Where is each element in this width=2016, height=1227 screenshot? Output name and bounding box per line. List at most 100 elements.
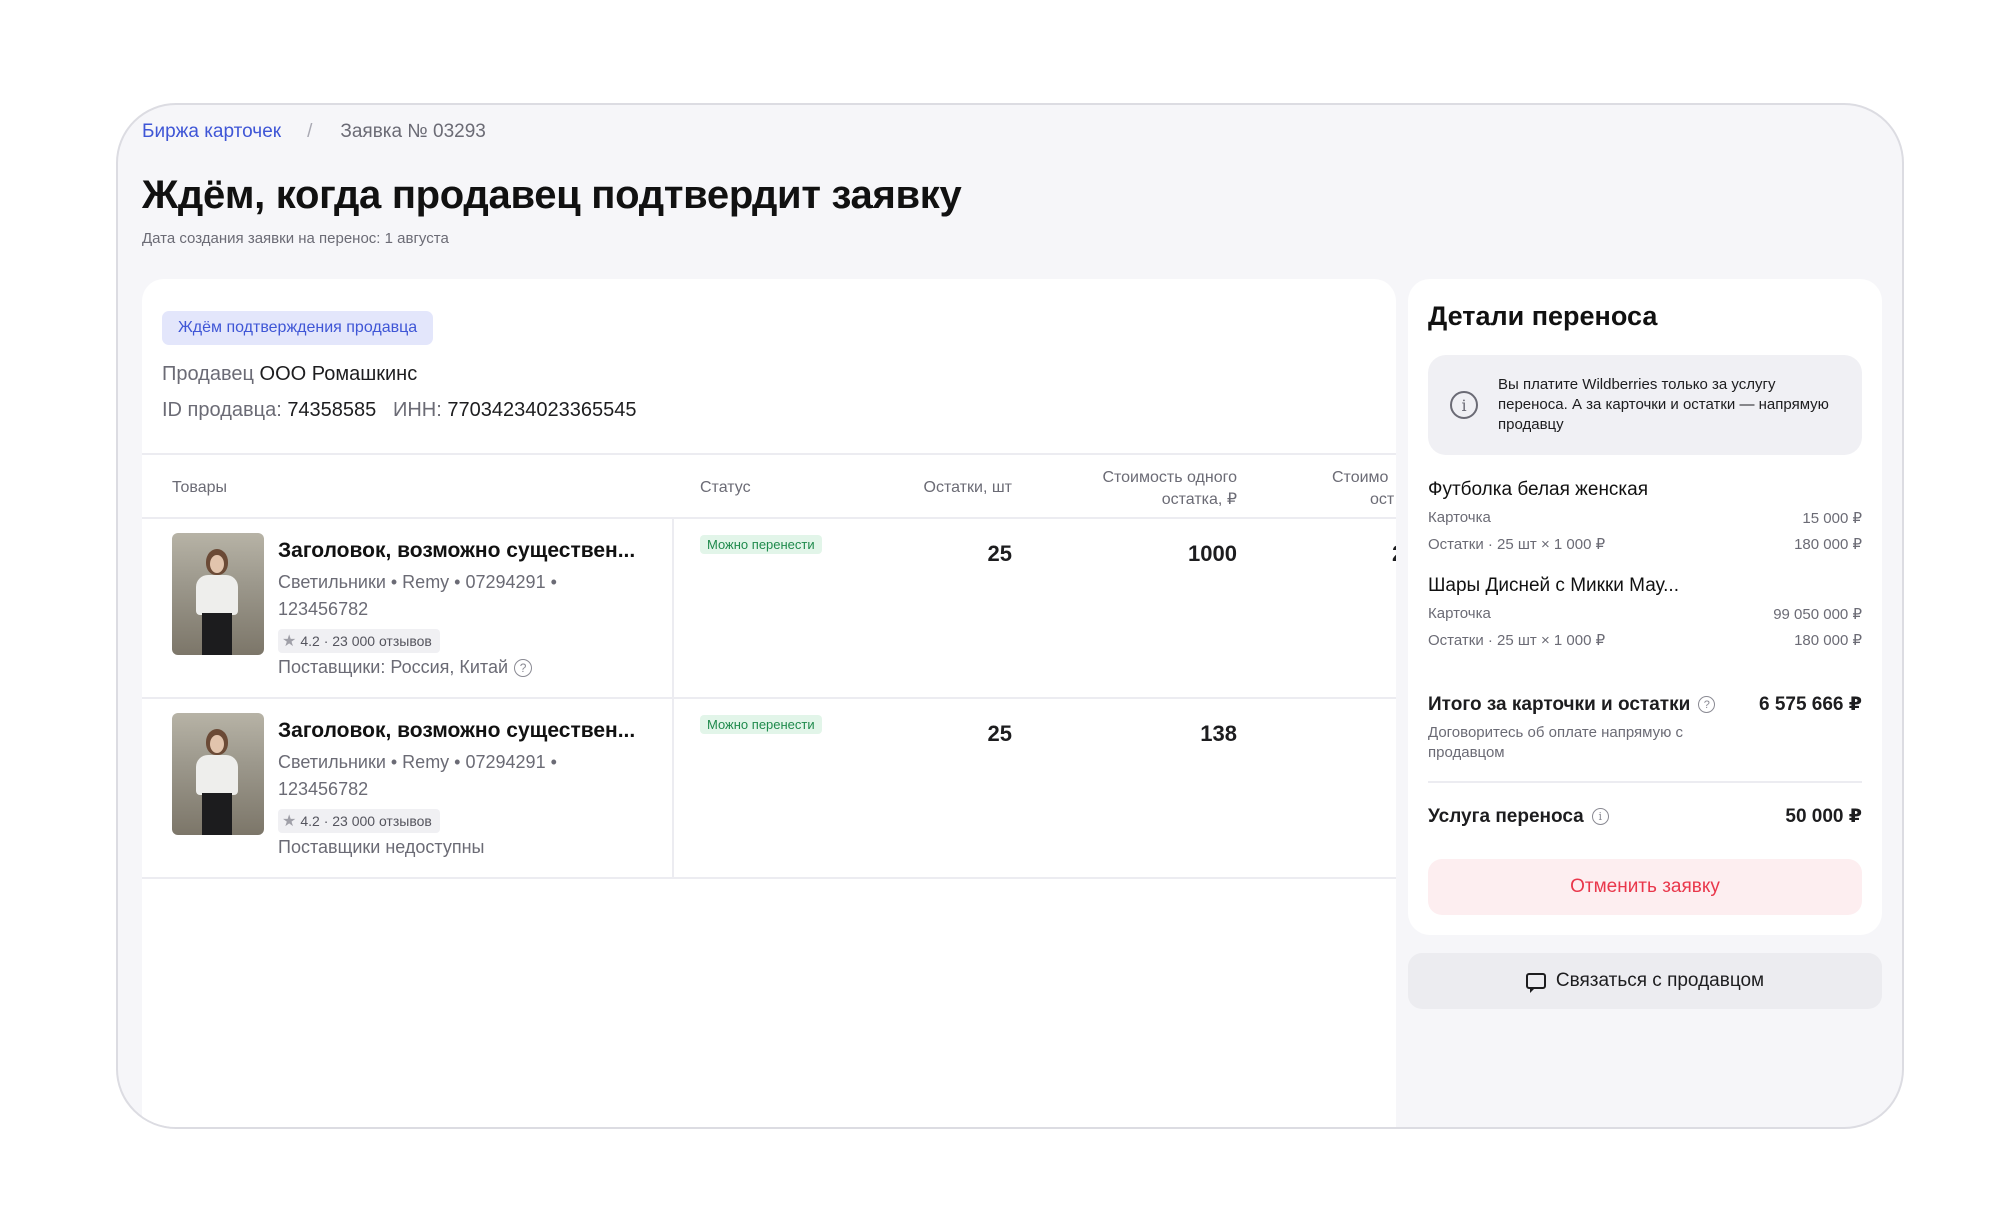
- star-icon: ★: [282, 633, 297, 650]
- divider: [1428, 781, 1862, 783]
- info-icon: i: [1450, 391, 1478, 419]
- detail-item-card-value: 99 050 000 ₽: [1773, 606, 1862, 623]
- breadcrumb-link-exchange[interactable]: Биржа карточек: [142, 121, 281, 143]
- header-cost-line2: остатка, ₽: [1161, 491, 1237, 508]
- detail-item-stock-value: 180 000 ₽: [1794, 632, 1862, 649]
- inn-value: 77034234023365545: [447, 399, 637, 421]
- service-label-group: Услуга переноса i: [1428, 806, 1609, 828]
- header-products: Товары: [172, 479, 228, 496]
- product-image-pants: [202, 613, 232, 655]
- product-title[interactable]: Заголовок, возможно существен...: [278, 539, 635, 563]
- product-suppliers-text: Поставщики недоступны: [278, 837, 485, 857]
- detail-item-stock-value: 180 000 ₽: [1794, 536, 1862, 553]
- info-icon[interactable]: i: [1591, 808, 1609, 825]
- product-rating-text: 4.2 · 23 000 отзывов: [300, 813, 432, 829]
- contact-seller-label: Связаться с продавцом: [1555, 970, 1765, 991]
- inn-label: ИНН:: [392, 399, 442, 421]
- info-text: Вы платите Wildberries только за услугу …: [1498, 376, 1829, 433]
- product-meta-line1: Светильники • Remy • 07294291 •: [278, 572, 557, 592]
- product-meta: Светильники • Remy • 07294291 • 12345678…: [278, 749, 578, 803]
- product-suppliers: Поставщики: Россия, Китай ?: [278, 657, 533, 678]
- cost-total-value: 2: [1392, 541, 1396, 567]
- product-image-pants: [202, 793, 232, 835]
- header-stock: Остатки, шт: [923, 479, 1012, 496]
- contact-seller-button[interactable]: Связаться с продавцом: [1408, 953, 1882, 1009]
- stock-value: 25: [987, 541, 1012, 566]
- page-title: Ждём, когда продавец подтвердит заявку: [142, 173, 962, 217]
- breadcrumb-separator: /: [307, 121, 313, 142]
- product-meta-line2: 123456782: [278, 599, 369, 619]
- cost-value: 1000: [1188, 541, 1237, 566]
- detail-item-title: Футболка белая женская: [1428, 479, 1649, 500]
- header-cost-total: Стоимо ост: [1332, 467, 1396, 511]
- service-value: 50 000 ₽: [1785, 806, 1862, 827]
- total-row: Итого за карточки и остатки ? 6 575 666 …: [1428, 693, 1862, 716]
- chat-icon: [1525, 973, 1546, 993]
- detail-item-stock-label: Остатки · 25 шт × 1 000 ₽: [1428, 536, 1606, 553]
- product-suppliers-text: Поставщики: Россия, Китай: [278, 657, 509, 677]
- cell-divider: [672, 519, 674, 697]
- product-rating: ★ 4.2 · 23 000 отзывов: [278, 629, 440, 653]
- app-frame: Биржа карточек / Заявка № 03293 Ждём, ко…: [116, 103, 1904, 1129]
- detail-item-stock-label: Остатки · 25 шт × 1 000 ₽: [1428, 632, 1606, 649]
- total-label: Итого за карточки и остатки: [1428, 693, 1691, 715]
- status-badge: Ждём подтверждения продавца: [162, 311, 434, 345]
- product-meta-line1: Светильники • Remy • 07294291 •: [278, 752, 557, 772]
- header-cost-total-line1: Стоимо: [1332, 469, 1389, 486]
- detail-item-card-label: Карточка: [1428, 605, 1491, 622]
- table-row[interactable]: Заголовок, возможно существен... Светиль…: [142, 519, 1396, 699]
- seller-ids: ID продавца: 74358585 ИНН: 7703423402336…: [162, 399, 636, 422]
- status-badge-transferable: Можно перенести: [700, 715, 822, 734]
- table-row[interactable]: Заголовок, возможно существен... Светиль…: [142, 699, 1396, 879]
- product-meta-line2: 123456782: [278, 779, 369, 799]
- products-table: Товары Статус Остатки, шт Стоимость одно…: [142, 453, 1396, 879]
- cost-value: 138: [1200, 721, 1237, 746]
- cancel-request-button[interactable]: Отменить заявку: [1428, 859, 1862, 915]
- transfer-details-card: Детали переноса i Вы платите Wildberries…: [1408, 279, 1882, 935]
- seller-label: Продавец: [162, 363, 254, 385]
- page-subtitle: Дата создания заявки на перенос: 1 авгус…: [142, 230, 449, 247]
- service-row: Услуга переноса i 50 000 ₽: [1428, 805, 1862, 828]
- product-title[interactable]: Заголовок, возможно существен...: [278, 719, 635, 743]
- header-cost-total-line2: ост: [1370, 491, 1395, 508]
- product-image-face: [210, 555, 224, 573]
- request-card: Ждём подтверждения продавца Продавец ООО…: [142, 279, 1396, 1127]
- detail-item-stock-row: Остатки · 25 шт × 1 000 ₽ 180 000 ₽: [1428, 631, 1862, 649]
- detail-item-card-value: 15 000 ₽: [1802, 510, 1862, 527]
- question-icon[interactable]: ?: [514, 658, 533, 677]
- breadcrumb: Биржа карточек / Заявка № 03293: [142, 121, 486, 143]
- status-badge-transferable: Можно перенести: [700, 535, 822, 554]
- cell-divider: [672, 699, 674, 877]
- product-image-shirt: [196, 755, 238, 795]
- service-label: Услуга переноса: [1428, 805, 1584, 827]
- total-label-group: Итого за карточки и остатки ?: [1428, 693, 1716, 716]
- details-title: Детали переноса: [1428, 301, 1658, 331]
- product-image-face: [210, 735, 224, 753]
- seller-id-label: ID продавца:: [162, 399, 282, 421]
- stock-value: 25: [987, 721, 1012, 746]
- product-rating-text: 4.2 · 23 000 отзывов: [300, 633, 432, 649]
- product-rating: ★ 4.2 · 23 000 отзывов: [278, 809, 440, 833]
- table-header: Товары Статус Остатки, шт Стоимость одно…: [142, 453, 1396, 519]
- header-cost: Стоимость одного остатка, ₽: [1072, 467, 1237, 511]
- header-cost-line1: Стоимость одного: [1102, 469, 1237, 486]
- product-image[interactable]: [172, 713, 264, 835]
- seller-line: Продавец ООО Ромашкинс: [162, 363, 417, 386]
- breadcrumb-current: Заявка № 03293: [340, 121, 486, 142]
- product-meta: Светильники • Remy • 07294291 • 12345678…: [278, 569, 578, 623]
- header-status: Статус: [700, 479, 751, 496]
- total-note: Договоритесь об оплате напрямую с продав…: [1428, 724, 1684, 761]
- product-suppliers: Поставщики недоступны: [278, 837, 485, 858]
- detail-item-card-label: Карточка: [1428, 509, 1491, 526]
- question-icon[interactable]: ?: [1698, 696, 1716, 713]
- seller-id-value: 74358585: [287, 399, 377, 421]
- seller-name: ООО Ромашкинс: [259, 363, 418, 385]
- detail-item-stock-row: Остатки · 25 шт × 1 000 ₽ 180 000 ₽: [1428, 535, 1862, 553]
- total-value: 6 575 666 ₽: [1758, 694, 1862, 715]
- product-image[interactable]: [172, 533, 264, 655]
- product-image-shirt: [196, 575, 238, 615]
- star-icon: ★: [282, 813, 297, 830]
- detail-item-card-row: Карточка 15 000 ₽: [1428, 509, 1862, 527]
- detail-item-title: Шары Дисней с Микки Мау...: [1428, 575, 1679, 596]
- detail-item-card-row: Карточка 99 050 000 ₽: [1428, 605, 1862, 623]
